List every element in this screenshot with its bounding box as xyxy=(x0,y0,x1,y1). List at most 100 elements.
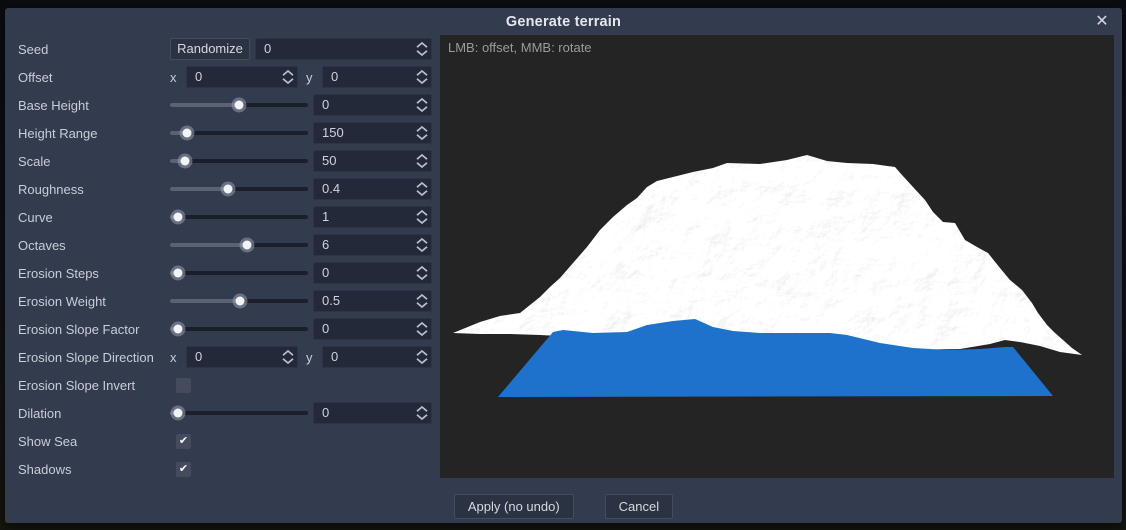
offset-y-value: 0 xyxy=(323,67,415,87)
height-range-spinbox[interactable]: 150 xyxy=(313,122,432,144)
roughness-value: 0.4 xyxy=(314,179,415,199)
roughness-slider[interactable] xyxy=(170,178,308,200)
spin-arrows-icon[interactable] xyxy=(415,350,429,364)
spin-arrows-icon[interactable] xyxy=(415,322,429,336)
spin-arrows-icon[interactable] xyxy=(415,42,429,56)
field-label: Erosion Slope Factor xyxy=(18,322,170,337)
field-label: Curve xyxy=(18,210,170,225)
curve-spinbox[interactable]: 1 xyxy=(313,206,432,228)
slope-direction-x-spinbox[interactable]: 0 xyxy=(186,346,298,368)
roughness-spinbox[interactable]: 0.4 xyxy=(313,178,432,200)
dilation-spinbox[interactable]: 0 xyxy=(313,402,432,424)
field-label: Scale xyxy=(18,154,170,169)
slider-handle[interactable] xyxy=(223,185,232,194)
base-height-value: 0 xyxy=(314,95,415,115)
row-octaves: Octaves 6 xyxy=(18,231,432,259)
row-seed: Seed Randomize 0 xyxy=(18,35,432,63)
row-erosion-slope-factor: Erosion Slope Factor 0 xyxy=(18,315,432,343)
spin-arrows-icon[interactable] xyxy=(415,266,429,280)
erosion-weight-spinbox[interactable]: 0.5 xyxy=(313,290,432,312)
row-dilation: Dilation 0 xyxy=(18,399,432,427)
dialog-footer: Apply (no undo) Cancel xyxy=(5,494,1122,519)
seed-spinbox[interactable]: 0 xyxy=(255,38,432,60)
field-label: Erosion Slope Direction xyxy=(18,350,170,365)
terrain-preview-viewport[interactable]: LMB: offset, MMB: rotate xyxy=(440,35,1114,478)
field-label: Height Range xyxy=(18,126,170,141)
base-height-slider[interactable] xyxy=(170,94,308,116)
row-curve: Curve 1 xyxy=(18,203,432,231)
spin-arrows-icon[interactable] xyxy=(415,210,429,224)
height-range-slider[interactable] xyxy=(170,122,308,144)
spin-arrows-icon[interactable] xyxy=(281,70,295,84)
spin-arrows-icon[interactable] xyxy=(415,238,429,252)
octaves-slider[interactable] xyxy=(170,234,308,256)
octaves-value: 6 xyxy=(314,235,415,255)
spin-arrows-icon[interactable] xyxy=(415,70,429,84)
field-label: Roughness xyxy=(18,182,170,197)
field-label: Erosion Weight xyxy=(18,294,170,309)
slider-handle[interactable] xyxy=(174,325,183,334)
erosion-steps-value: 0 xyxy=(314,263,415,283)
curve-value: 1 xyxy=(314,207,415,227)
offset-y-spinbox[interactable]: 0 xyxy=(322,66,432,88)
parameter-form: Seed Randomize 0 Offset x 0 y 0 xyxy=(18,35,432,483)
apply-button[interactable]: Apply (no undo) xyxy=(454,494,574,519)
erosion-steps-spinbox[interactable]: 0 xyxy=(313,262,432,284)
slider-handle[interactable] xyxy=(174,409,183,418)
row-scale: Scale 50 xyxy=(18,147,432,175)
row-erosion-steps: Erosion Steps 0 xyxy=(18,259,432,287)
spin-arrows-icon[interactable] xyxy=(281,350,295,364)
spin-arrows-icon[interactable] xyxy=(415,294,429,308)
spin-arrows-icon[interactable] xyxy=(415,98,429,112)
height-range-value: 150 xyxy=(314,123,415,143)
x-axis-label: x xyxy=(170,350,184,365)
x-axis-label: x xyxy=(170,70,184,85)
slider-handle[interactable] xyxy=(182,129,191,138)
cancel-button[interactable]: Cancel xyxy=(605,494,673,519)
dilation-slider[interactable] xyxy=(170,402,308,424)
spin-arrows-icon[interactable] xyxy=(415,182,429,196)
slider-handle[interactable] xyxy=(174,213,183,222)
erosion-weight-value: 0.5 xyxy=(314,291,415,311)
slope-direction-y-spinbox[interactable]: 0 xyxy=(322,346,432,368)
show-sea-checkbox[interactable]: ✔ xyxy=(176,434,191,449)
base-height-spinbox[interactable]: 0 xyxy=(313,94,432,116)
shadows-checkbox[interactable]: ✔ xyxy=(176,462,191,477)
scale-value: 50 xyxy=(314,151,415,171)
scale-slider[interactable] xyxy=(170,150,308,172)
spin-arrows-icon[interactable] xyxy=(415,406,429,420)
erosion-slope-factor-spinbox[interactable]: 0 xyxy=(313,318,432,340)
spin-arrows-icon[interactable] xyxy=(415,154,429,168)
close-icon[interactable]: ✕ xyxy=(1092,12,1112,32)
dialog-titlebar: Generate terrain ✕ xyxy=(5,8,1122,35)
octaves-spinbox[interactable]: 6 xyxy=(313,234,432,256)
field-label: Show Sea xyxy=(18,434,170,449)
row-erosion-slope-direction: Erosion Slope Direction x 0 y 0 xyxy=(18,343,432,371)
terrain-preview-svg xyxy=(440,35,1114,478)
row-base-height: Base Height 0 xyxy=(18,91,432,119)
slider-handle[interactable] xyxy=(235,101,244,110)
field-label: Octaves xyxy=(18,238,170,253)
row-height-range: Height Range 150 xyxy=(18,119,432,147)
row-erosion-weight: Erosion Weight 0.5 xyxy=(18,287,432,315)
erosion-slope-invert-checkbox[interactable] xyxy=(176,378,191,393)
erosion-weight-slider[interactable] xyxy=(170,290,308,312)
row-shadows: Shadows ✔ xyxy=(18,455,432,483)
erosion-steps-slider[interactable] xyxy=(170,262,308,284)
scale-spinbox[interactable]: 50 xyxy=(313,150,432,172)
slider-handle[interactable] xyxy=(174,269,183,278)
slider-handle[interactable] xyxy=(181,157,190,166)
spin-arrows-icon[interactable] xyxy=(415,126,429,140)
slider-handle[interactable] xyxy=(236,297,245,306)
erosion-slope-factor-slider[interactable] xyxy=(170,318,308,340)
curve-slider[interactable] xyxy=(170,206,308,228)
randomize-button[interactable]: Randomize xyxy=(170,38,250,60)
dilation-value: 0 xyxy=(314,403,415,423)
check-icon: ✔ xyxy=(176,462,191,477)
offset-x-spinbox[interactable]: 0 xyxy=(186,66,298,88)
field-label: Dilation xyxy=(18,406,170,421)
field-label: Shadows xyxy=(18,462,170,477)
viewport-hint: LMB: offset, MMB: rotate xyxy=(448,40,592,55)
field-label: Erosion Steps xyxy=(18,266,170,281)
slider-handle[interactable] xyxy=(243,241,252,250)
